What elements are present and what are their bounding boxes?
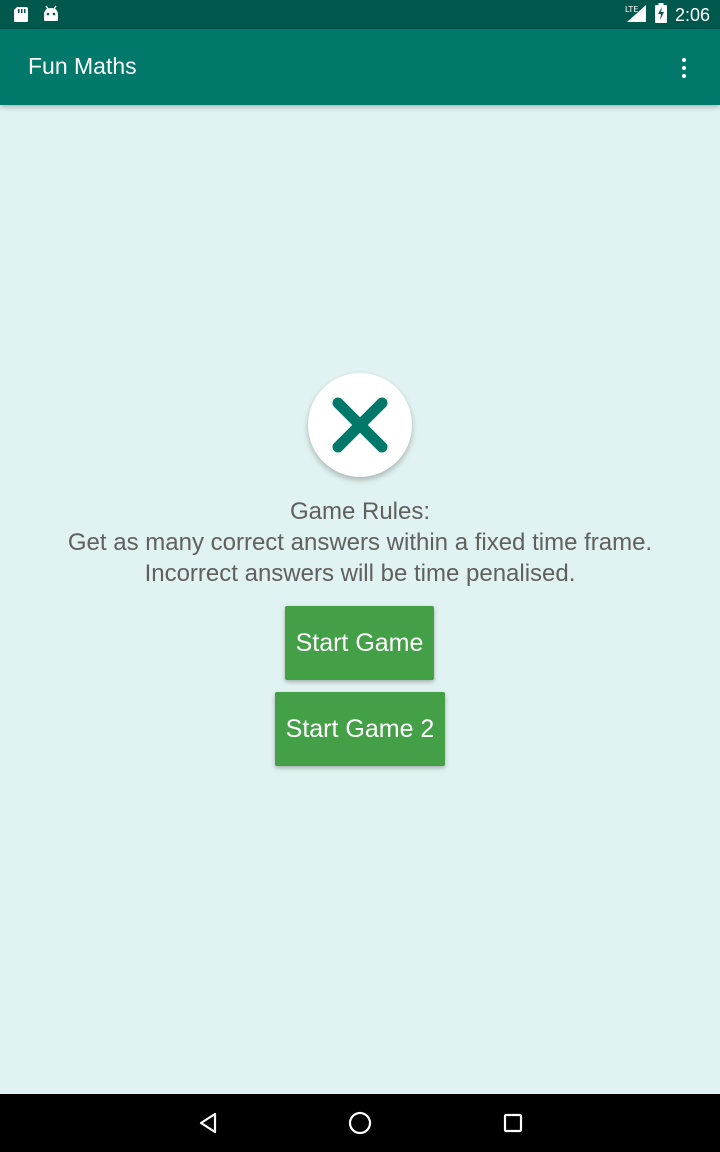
menu-dot (682, 74, 686, 78)
sd-card-icon (12, 5, 30, 27)
menu-dot (682, 66, 686, 70)
start-game-2-button[interactable]: Start Game 2 (275, 692, 445, 766)
multiply-x-icon (332, 397, 388, 453)
rules-line-1: Get as many correct answers within a fix… (67, 529, 653, 556)
app-logo (308, 373, 412, 477)
app-bar: Fun Maths (0, 29, 720, 105)
start-game-button[interactable]: Start Game (285, 606, 434, 680)
game-rules: Game Rules: Get as many correct answers … (0, 496, 720, 589)
battery-charging-icon (654, 3, 667, 27)
recents-icon[interactable] (498, 1108, 528, 1138)
rules-line-2: Incorrect answers will be time penalised… (144, 560, 576, 587)
status-bar: LTE 2:06 (0, 0, 720, 29)
home-icon[interactable] (345, 1108, 375, 1138)
navigation-bar (0, 1094, 720, 1152)
menu-dot (682, 58, 686, 62)
status-right-icons: LTE 2:06 (625, 3, 710, 27)
rules-title: Game Rules: (289, 498, 431, 525)
lte-signal-icon: LTE (625, 3, 647, 27)
android-icon (42, 5, 60, 27)
main-content: Game Rules: Get as many correct answers … (0, 105, 720, 1094)
status-time: 2:06 (674, 5, 710, 25)
back-icon[interactable] (193, 1108, 223, 1138)
status-left-icons (12, 5, 60, 27)
network-label: LTE (625, 5, 638, 14)
more-vert-icon[interactable] (672, 56, 696, 80)
app-title: Fun Maths (28, 53, 137, 79)
